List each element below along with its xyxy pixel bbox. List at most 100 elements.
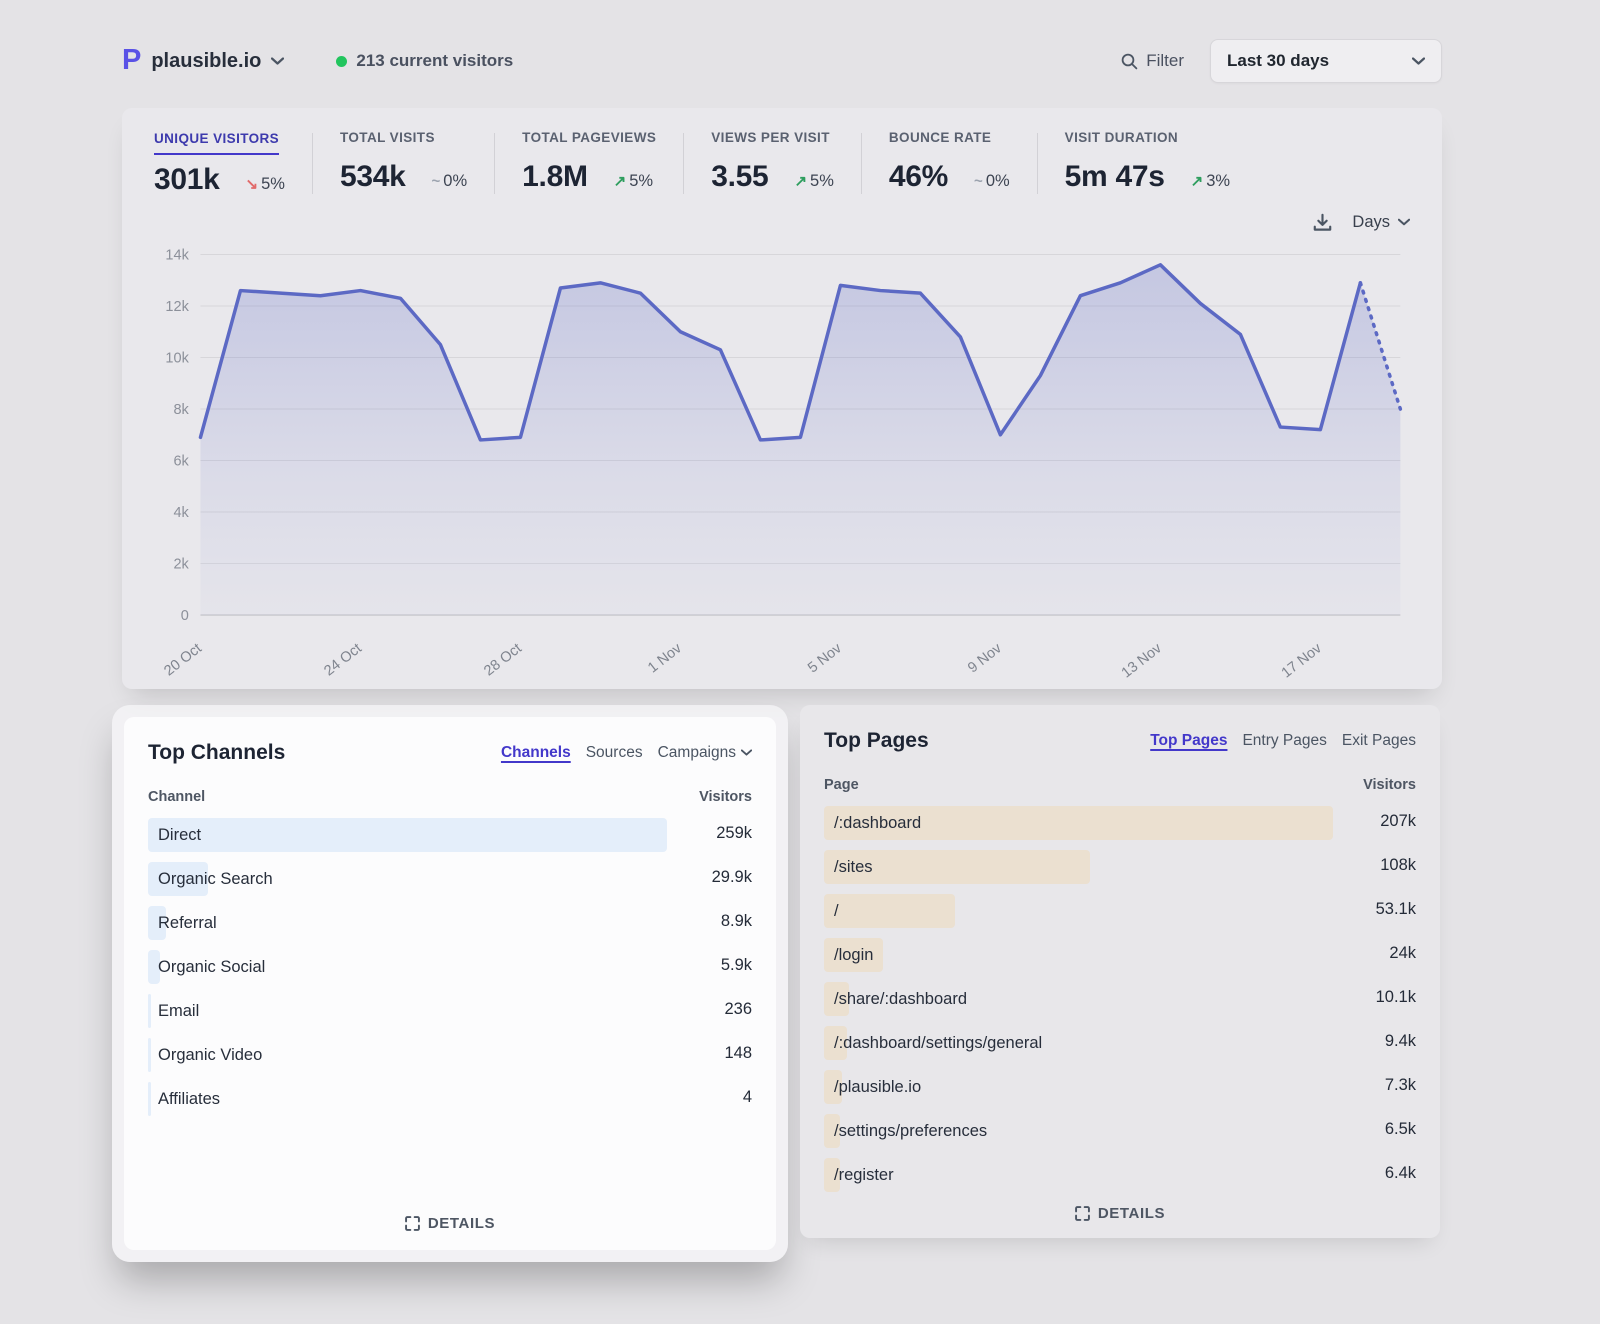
row-label: Direct [158,813,201,857]
stat-total-visits[interactable]: TOTAL VISITS534k~0% [313,130,494,197]
top-channels-header: Top Channels ChannelsSourcesCampaigns [148,741,752,765]
stat-label: TOTAL PAGEVIEWS [522,130,656,152]
visitors-panel: UNIQUE VISITORS301k↘5%TOTAL VISITS534k~0… [122,108,1442,689]
svg-text:5 Nov: 5 Nov [805,640,845,676]
stat-change: ~0% [432,172,468,191]
date-range-select[interactable]: Last 30 days [1210,39,1442,83]
row-label: /register [834,1153,894,1197]
interval-select[interactable]: Days [1352,213,1410,232]
row-value: 207k [1380,801,1416,841]
chevron-down-icon [1398,218,1410,226]
visitors-chart[interactable]: 02k4k6k8k10k12k14k20 Oct24 Oct28 Oct1 No… [152,239,1412,683]
row-label: Organic Search [158,857,273,901]
table-row[interactable]: /sites108k [824,845,1416,889]
stats-row: UNIQUE VISITORS301k↘5%TOTAL VISITS534k~0… [152,130,1412,197]
row-label: /plausible.io [834,1065,921,1109]
breakdown-section: Top Channels ChannelsSourcesCampaigns Ch… [112,705,1442,1262]
top-channels-panel: Top Channels ChannelsSourcesCampaigns Ch… [124,717,776,1250]
current-visitors[interactable]: 213 current visitors [336,51,513,71]
svg-text:24 Oct: 24 Oct [321,640,365,679]
row-label: Referral [158,901,217,945]
table-row[interactable]: /register 6.4k [824,1153,1416,1197]
table-row[interactable]: Organic Search 29.9k [148,857,752,901]
row-value: 53.1k [1376,889,1416,929]
top-bar: P plausible.io 213 current visitors Filt… [122,38,1442,84]
svg-text:28 Oct: 28 Oct [481,640,525,679]
stat-visit-duration[interactable]: VISIT DURATION5m 47s↗3% [1038,130,1257,197]
stat-label: VIEWS PER VISIT [711,130,834,152]
tab-entry-pages[interactable]: Entry Pages [1242,732,1326,750]
tab-campaigns[interactable]: Campaigns [658,744,752,762]
tab-label: Entry Pages [1242,732,1326,750]
top-pages-title: Top Pages [824,729,929,753]
table-row[interactable]: Organic Video 148 [148,1033,752,1077]
row-bar [148,1038,151,1072]
row-value: 24k [1389,933,1416,973]
chevron-down-icon [1412,57,1425,65]
row-value: 6.5k [1385,1109,1416,1149]
row-value: 148 [724,1033,752,1073]
top-pages-columns: Page Visitors [824,777,1416,801]
table-row[interactable]: /share/:dashboard10.1k [824,977,1416,1021]
table-row[interactable]: /:dashboard/settings/general9.4k [824,1021,1416,1065]
row-value: 29.9k [712,857,752,897]
top-channels-columns: Channel Visitors [148,789,752,813]
table-row[interactable]: Email236 [148,989,752,1033]
trend-up-icon: ↗ [614,173,627,190]
tab-label: Top Pages [1150,732,1227,750]
svg-text:0: 0 [181,608,189,624]
site-switcher[interactable]: P plausible.io [122,47,284,76]
top-pages-details-button[interactable]: DETAILS [1071,1197,1169,1224]
svg-text:12k: 12k [165,299,189,315]
table-row[interactable]: Referral 8.9k [148,901,752,945]
stat-change: ~0% [974,172,1010,191]
top-pages-panel: Top Pages Top Pages Entry Pages Exit Pages… [800,705,1440,1238]
table-row[interactable]: Affiliates4 [148,1077,752,1121]
table-row[interactable]: /:dashboard207k [824,801,1416,845]
stat-value: 534k [340,160,406,194]
stat-views-per-visit[interactable]: VIEWS PER VISIT3.55↗5% [684,130,861,197]
current-visitors-label: 213 current visitors [356,51,513,71]
expand-icon [405,1216,420,1231]
stat-bounce-rate[interactable]: BOUNCE RATE46%~0% [862,130,1037,197]
filter-button[interactable]: Filter [1121,51,1184,71]
svg-text:17 Nov: 17 Nov [1279,640,1326,681]
stat-change: ↗5% [614,172,653,191]
svg-text:13 Nov: 13 Nov [1119,640,1166,681]
tab-channels[interactable]: Channels [501,744,571,762]
top-bar-right: Filter Last 30 days [1121,39,1442,83]
table-row[interactable]: /login 24k [824,933,1416,977]
tab-top-pages[interactable]: Top Pages [1150,732,1227,750]
plausible-logo-icon: P [122,46,141,75]
tab-sources[interactable]: Sources [586,744,643,762]
row-label: / [834,889,839,933]
row-label: Organic Video [158,1033,262,1077]
download-button[interactable] [1313,213,1332,232]
svg-text:8k: 8k [173,402,189,418]
row-value: 236 [724,989,752,1029]
top-pages-header: Top Pages Top Pages Entry Pages Exit Pages [824,729,1416,753]
row-value: 6.4k [1385,1153,1416,1193]
row-value: 8.9k [721,901,752,941]
stat-value: 1.8M [522,160,588,194]
row-label: /login [834,933,873,977]
row-bar [148,818,667,852]
top-channels-details-button[interactable]: DETAILS [401,1207,499,1234]
table-row[interactable]: / 53.1k [824,889,1416,933]
row-bar [824,894,955,928]
tab-exit-pages[interactable]: Exit Pages [1342,732,1416,750]
stat-total-pageviews[interactable]: TOTAL PAGEVIEWS 1.8M ↗5% [495,130,683,197]
trend-flat-icon: ~ [432,173,441,190]
stat-change: ↗3% [1191,172,1230,191]
stat-value: 46% [889,160,948,194]
table-row[interactable]: Organic Social5.9k [148,945,752,989]
chevron-down-icon [741,749,752,756]
svg-text:1 Nov: 1 Nov [645,640,685,676]
table-row[interactable]: /plausible.io7.3k [824,1065,1416,1109]
row-bar [148,994,151,1028]
row-label: Affiliates [158,1077,220,1121]
stat-unique-visitors[interactable]: UNIQUE VISITORS301k↘5% [152,130,312,197]
table-row[interactable]: Direct259k [148,813,752,857]
table-row[interactable]: /settings/preferences6.5k [824,1109,1416,1153]
trend-up-icon: ↗ [794,173,807,190]
